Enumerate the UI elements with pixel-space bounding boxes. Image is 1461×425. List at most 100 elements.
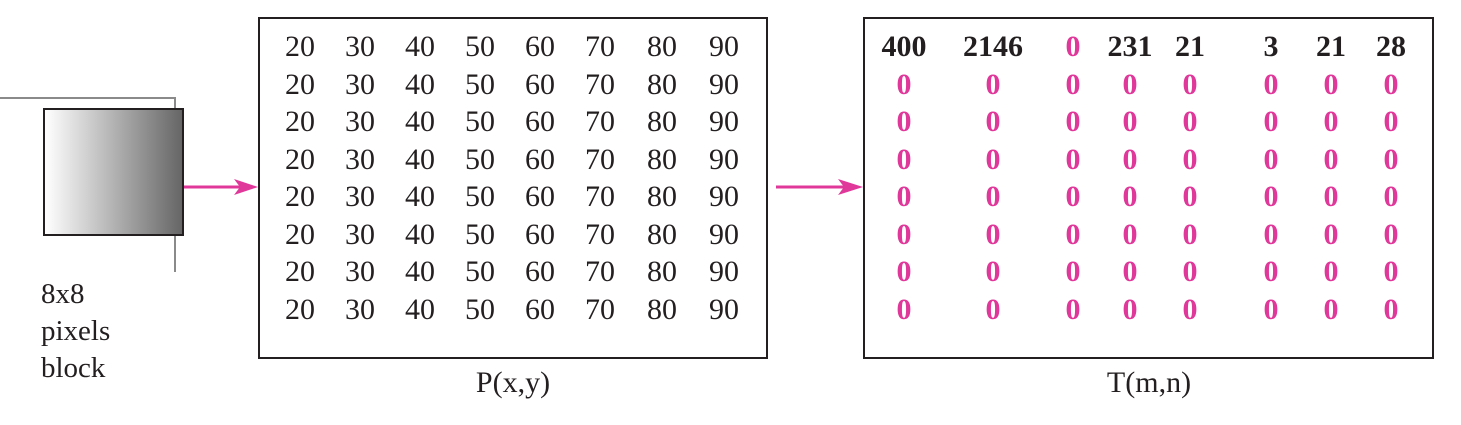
coefficient-value: 28 [1376,30,1406,63]
coefficient-zero: 0 [1383,105,1399,138]
pixel-value: 80 [647,67,677,101]
pixel-matrix-row: 20 30 40 50 60 70 80 90 [260,66,766,103]
pixel-value: 80 [647,30,677,63]
pixel-matrix: 20 30 40 50 60 70 80 90 20 30 40 50 60 70 80 90 20 30 40 50… [258,17,768,359]
transform-matrix-row: 400 2146 0 231 21 3 21 28 [865,28,1432,65]
coefficient-zero: 0 [1383,217,1399,251]
pixel-value: 50 [465,142,495,176]
pixel-value: 80 [647,105,677,138]
pixel-value: 30 [345,217,375,251]
pixel-value: 20 [285,255,315,288]
transform-matrix-row: 00000000 [865,216,1432,253]
pixel-value: 30 [345,142,375,176]
coefficient-zero: 0 [1182,217,1198,251]
pixel-value: 20 [285,217,315,251]
coefficient-zero: 0 [896,105,912,138]
pixel-value: 60 [525,105,555,138]
pixel-value: 50 [465,180,495,213]
transform-matrix-row: 00000000 [865,103,1432,140]
pixel-value: 40 [405,292,435,326]
pixel-value: 40 [405,180,435,213]
coefficient-zero: 0 [896,217,912,251]
coefficient-zero: 0 [1182,142,1198,176]
pixel-value: 70 [585,292,615,326]
coefficient-zero: 0 [985,67,1001,101]
pixel-value: 40 [405,217,435,251]
pixel-value: 90 [709,105,739,138]
transform-matrix-row: 00000000 [865,291,1432,328]
pixel-value: 20 [285,105,315,138]
coefficient-zero: 0 [1383,142,1399,176]
coefficient-zero: 0 [1182,105,1198,138]
coefficient-zero: 0 [985,255,1001,288]
pixel-value: 80 [647,180,677,213]
coefficient-zero: 0 [1383,292,1399,326]
pixel-value: 40 [405,255,435,288]
pixel-value: 90 [709,292,739,326]
pixel-value: 70 [585,180,615,213]
pixel-value: 70 [585,217,615,251]
block-caption-line: block [41,352,106,384]
pixel-value: 70 [585,67,615,101]
pixel-matrix-row: 20 30 40 50 60 70 80 90 [260,28,766,65]
pixel-value: 30 [345,180,375,213]
coefficient-zero: 0 [1182,180,1198,213]
pixel-value: 80 [647,142,677,176]
pixel-value: 90 [709,142,739,176]
pixel-value: 80 [647,217,677,251]
arrow-to-transform-matrix [776,179,863,195]
pixel-value: 50 [465,292,495,326]
transform-matrix-row: 00000000 [865,141,1432,178]
transform-matrix-row: 00000000 [865,66,1432,103]
pixel-matrix-row: 20 30 40 50 60 70 80 90 [260,103,766,140]
coefficient-value: 2146 [963,30,1023,63]
coefficient-zero: 0 [985,217,1001,251]
pixel-value: 50 [465,30,495,63]
pixel-value: 30 [345,105,375,138]
pixel-value: 90 [709,67,739,101]
pixel-value: 80 [647,255,677,288]
pixel-value: 90 [709,180,739,213]
pixel-value: 60 [525,142,555,176]
arrow-to-pixel-matrix [184,179,258,195]
pixel-value: 30 [345,67,375,101]
coefficient-zero: 0 [1182,292,1198,326]
pixel-value: 30 [345,292,375,326]
pixel-value: 20 [285,67,315,101]
pixel-matrix-row: 20 30 40 50 60 70 80 90 [260,141,766,178]
coefficient-zero: 0 [896,142,912,176]
transform-matrix: 400 2146 0 231 21 3 21 28 0 0 0 0 0 0 0 0 0 0 0 0 0 0 0 0 0 0 0 0 0 0… [863,17,1434,359]
pixel-value: 90 [709,255,739,288]
pixel-matrix-row: 20 30 40 50 60 70 80 90 [260,178,766,215]
pixel-value: 90 [709,30,739,63]
pixel-value: 50 [465,67,495,101]
transform-matrix-row: 00000000 [865,178,1432,215]
transform-matrix-row: 00000000 [865,253,1432,290]
pixel-value: 40 [405,105,435,138]
pixel-value: 90 [709,217,739,251]
pixel-value: 20 [285,142,315,176]
pixel-value: 60 [525,255,555,288]
coefficient-zero: 0 [985,105,1001,138]
coefficient-zero: 0 [985,292,1001,326]
coefficient-zero: 0 [1383,180,1399,213]
transform-matrix-caption: T(m,n) [1106,366,1192,399]
coefficient-zero: 0 [896,292,912,326]
coefficient-zero: 0 [896,180,912,213]
coefficient-value: 21 [1175,30,1205,63]
pixel-value: 40 [405,142,435,176]
pixel-block-gradient [43,108,184,236]
pixel-value: 60 [525,217,555,251]
coefficient-zero: 0 [1182,255,1198,288]
coefficient-zero: 0 [1383,255,1399,288]
frame-line-top [0,97,175,99]
coefficient-zero: 0 [896,67,912,101]
pixel-value: 50 [465,105,495,138]
pixel-matrix-row: 20 30 40 50 60 70 80 90 [260,291,766,328]
coefficient-value: 400 [881,30,927,63]
pixel-value: 70 [585,142,615,176]
block-caption: 8x8 pixels block [41,276,110,387]
pixel-value: 70 [585,30,615,63]
pixel-value: 30 [345,255,375,288]
pixel-value: 20 [285,180,315,213]
